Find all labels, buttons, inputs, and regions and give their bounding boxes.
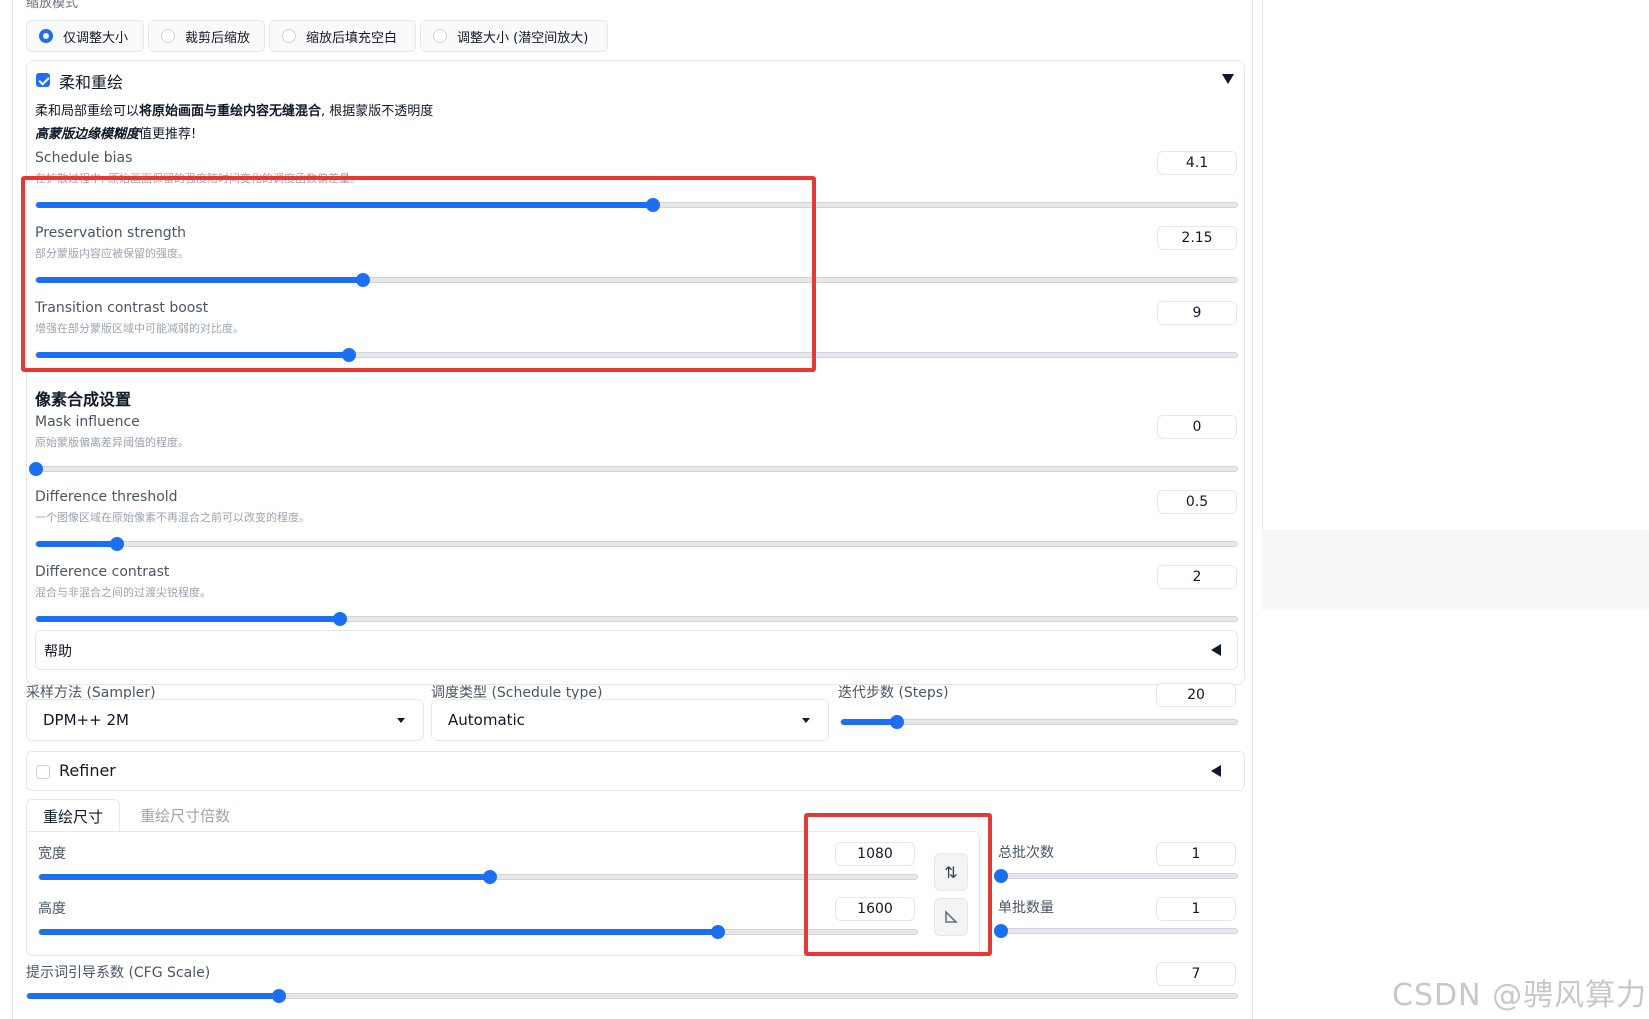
- schedule-type-value: Automatic: [448, 711, 525, 729]
- collapse-triangle-icon[interactable]: [1222, 74, 1234, 84]
- slider-fill: [36, 616, 341, 622]
- slider-thumb[interactable]: [994, 924, 1008, 938]
- height-slider[interactable]: [38, 925, 918, 939]
- batch-count-label: 总批次数: [998, 845, 1054, 861]
- soft-inpaint-checkbox[interactable]: [36, 72, 50, 91]
- pixel-composite-section-title: 像素合成设置: [35, 390, 132, 409]
- slider-fill: [39, 929, 719, 935]
- height-label: 高度: [38, 901, 66, 917]
- schedule-type-dropdown[interactable]: Automatic: [431, 699, 829, 741]
- refiner-accordion[interactable]: Refiner: [26, 751, 1245, 791]
- help-label: 帮助: [44, 644, 72, 660]
- mask-influence-label: Mask influence: [35, 414, 140, 430]
- column-divider: [1252, 0, 1253, 1019]
- cfg-scale-slider[interactable]: [26, 989, 1238, 1003]
- output-panel-footer: [1262, 530, 1649, 610]
- expand-triangle-icon: [1211, 765, 1221, 777]
- highlight-box-dimensions: [804, 813, 992, 956]
- soft-inpaint-description-1: 柔和局部重绘可以将原始画面与重绘内容无缝混合, 根据蒙版不透明度: [35, 100, 433, 119]
- difference-contrast-input[interactable]: 2: [1157, 565, 1237, 589]
- mask-influence-slider[interactable]: [29, 462, 1238, 476]
- schedule-bias-label: Schedule bias: [35, 150, 133, 166]
- radio-unchecked-icon: [433, 29, 447, 43]
- tab-resize-to[interactable]: 重绘尺寸: [26, 799, 121, 833]
- resize-mode-option-resize-fill[interactable]: 缩放后填充空白: [269, 20, 416, 52]
- slider-fill: [841, 719, 897, 725]
- dropdown-caret-icon: [802, 718, 810, 723]
- difference-contrast-label: Difference contrast: [35, 564, 170, 580]
- difference-contrast-hint: 混合与非混合之间的过渡尖锐程度。: [35, 586, 211, 599]
- width-label: 宽度: [38, 846, 66, 862]
- batch-size-slider[interactable]: [994, 924, 1238, 938]
- option-label: 调整大小 (潜空间放大): [457, 30, 589, 46]
- resize-mode-option-latent-upscale[interactable]: 调整大小 (潜空间放大): [420, 20, 608, 52]
- option-label: 缩放后填充空白: [306, 30, 398, 46]
- tab-resize-by[interactable]: 重绘尺寸倍数: [124, 799, 246, 833]
- difference-threshold-label: Difference threshold: [35, 489, 178, 505]
- checkbox-unchecked-icon[interactable]: [36, 765, 50, 779]
- difference-contrast-slider[interactable]: [35, 612, 1238, 626]
- schedule-bias-input[interactable]: 4.1: [1157, 151, 1237, 175]
- option-label: 裁剪后缩放: [185, 30, 251, 46]
- desc-bold-text: 高蒙版边缘模糊度: [35, 127, 140, 142]
- batch-size-input[interactable]: 1: [1156, 897, 1236, 921]
- help-accordion[interactable]: 帮助: [35, 630, 1238, 670]
- left-edge-divider: [12, 0, 13, 1019]
- slider-thumb[interactable]: [994, 869, 1008, 883]
- sampler-value: DPM++ 2M: [43, 711, 129, 729]
- resize-mode-option-crop-resize[interactable]: 裁剪后缩放: [148, 20, 265, 52]
- steps-label: 迭代步数 (Steps): [838, 685, 949, 701]
- radio-unchecked-icon: [161, 29, 175, 43]
- soft-inpaint-description-2: 高蒙版边缘模糊度值更推荐!: [35, 123, 196, 142]
- batch-count-slider[interactable]: [994, 869, 1238, 883]
- option-label: 仅调整大小: [63, 30, 129, 46]
- steps-input[interactable]: 20: [1156, 683, 1236, 707]
- sampler-dropdown[interactable]: DPM++ 2M: [26, 699, 424, 741]
- difference-threshold-slider[interactable]: [35, 537, 1238, 551]
- checkbox-checked-icon: [36, 73, 50, 87]
- resize-mode-label: 缩放模式: [26, 0, 79, 11]
- slider-thumb[interactable]: [29, 462, 43, 476]
- slider-fill: [36, 541, 117, 547]
- batch-count-input[interactable]: 1: [1156, 842, 1236, 866]
- transition-contrast-boost-input[interactable]: 9: [1157, 301, 1237, 325]
- highlight-box-soft-params: [21, 176, 816, 372]
- cfg-scale-label: 提示词引导系数 (CFG Scale): [26, 965, 211, 981]
- preservation-strength-input[interactable]: 2.15: [1157, 226, 1237, 250]
- refiner-label: Refiner: [59, 761, 116, 780]
- radio-checked-icon: [39, 29, 53, 43]
- mask-influence-input[interactable]: 0: [1157, 415, 1237, 439]
- soft-inpaint-title: 柔和重绘: [59, 73, 124, 92]
- desc-text: 柔和局部重绘可以: [35, 104, 140, 119]
- batch-size-label: 单批数量: [998, 900, 1054, 916]
- resize-mode-option-resize-only[interactable]: 仅调整大小: [26, 20, 144, 52]
- output-panel: [1262, 0, 1649, 531]
- slider-thumb[interactable]: [272, 989, 287, 1003]
- watermark: CSDN @骋风算力: [1392, 978, 1648, 1013]
- slider-thumb[interactable]: [109, 537, 124, 551]
- dropdown-caret-icon: [397, 718, 405, 723]
- cfg-scale-input[interactable]: 7: [1156, 962, 1236, 986]
- slider-fill: [39, 874, 490, 880]
- desc-text: , 根据蒙版不透明度: [321, 104, 434, 119]
- slider-fill: [27, 993, 280, 999]
- desc-bold-text: 将原始画面与重绘内容无缝混合: [139, 104, 322, 119]
- difference-threshold-hint: 一个图像区域在原始像素不再混合之前可以改变的程度。: [35, 511, 310, 524]
- slider-thumb[interactable]: [889, 715, 904, 729]
- slider-thumb[interactable]: [482, 870, 497, 884]
- steps-slider[interactable]: [840, 715, 1238, 729]
- radio-unchecked-icon: [282, 29, 296, 43]
- desc-text: 值更推荐!: [139, 127, 197, 142]
- expand-triangle-icon: [1211, 644, 1221, 656]
- difference-threshold-input[interactable]: 0.5: [1157, 490, 1237, 514]
- mask-influence-hint: 原始蒙版偏离差异阈值的程度。: [35, 436, 189, 449]
- width-slider[interactable]: [38, 870, 918, 884]
